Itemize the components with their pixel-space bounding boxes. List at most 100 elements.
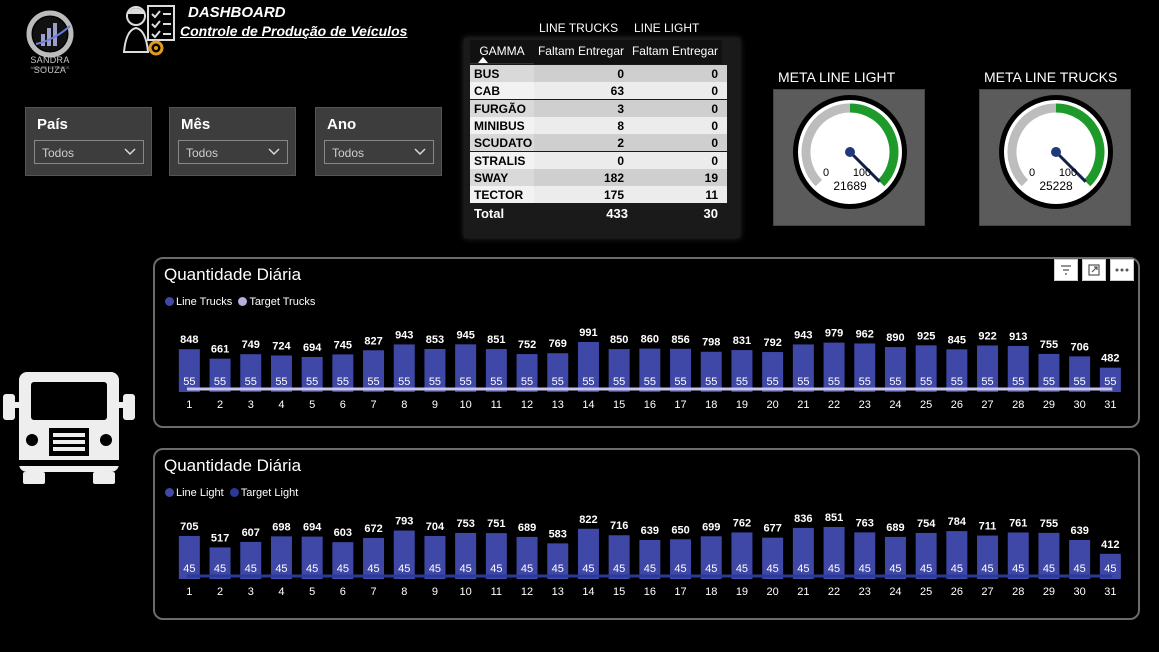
target-value-label: 45 bbox=[306, 563, 318, 575]
chevron-down-icon bbox=[414, 148, 426, 155]
gauge-dial: 0 10021689 bbox=[793, 95, 907, 209]
column-header-faltam-trucks[interactable]: Faltam Entregar bbox=[534, 40, 628, 64]
gauge-min-label: 0 bbox=[1029, 167, 1035, 179]
table-row: BUS 0 0 bbox=[470, 65, 727, 82]
bar-value-label: 583 bbox=[549, 528, 567, 540]
total-trucks: 433 bbox=[606, 206, 628, 221]
bar-value-label: 745 bbox=[334, 339, 352, 351]
target-value-label: 55 bbox=[490, 376, 502, 388]
logo-subtext: ANALISE DE DADOS bbox=[30, 65, 70, 70]
group-header-line-light: LINE LIGHT bbox=[634, 21, 700, 35]
bar-value-label: 991 bbox=[579, 327, 597, 339]
target-value-label: 55 bbox=[705, 376, 717, 388]
target-value-label: 45 bbox=[214, 563, 226, 575]
bar-value-label: 694 bbox=[303, 342, 322, 354]
chart-legend: Line Trucks Target Trucks bbox=[165, 296, 315, 308]
chart-line-trucks: 848 55 1 661 55 2 749 55 3 724 55 4 694 55 5 745 55 6 827 5… bbox=[153, 257, 1140, 428]
column-header-faltam-light[interactable]: Faltam Entregar bbox=[628, 40, 722, 64]
target-value-label: 45 bbox=[275, 563, 287, 575]
x-tick-label: 11 bbox=[491, 586, 502, 598]
engineer-checklist-icon bbox=[122, 5, 175, 56]
expand-icon bbox=[1088, 264, 1100, 276]
column-header-gamma[interactable]: GAMMA bbox=[470, 40, 534, 64]
legend-dot bbox=[229, 488, 239, 497]
bar-value-label: 639 bbox=[641, 525, 659, 537]
bar-value-label: 943 bbox=[794, 329, 812, 341]
gauge-hub bbox=[845, 147, 855, 157]
x-tick-label: 13 bbox=[552, 586, 564, 598]
x-tick-label: 11 bbox=[491, 399, 502, 411]
bar-value-label: 851 bbox=[487, 334, 505, 346]
target-value-label: 55 bbox=[275, 376, 287, 388]
x-tick-label: 4 bbox=[278, 399, 284, 411]
bar-value-label: 836 bbox=[794, 513, 812, 525]
bar-value-label: 694 bbox=[303, 522, 322, 534]
bar-value-label: 482 bbox=[1101, 353, 1119, 365]
x-tick-label: 6 bbox=[340, 586, 346, 598]
filter-dropdown-pais[interactable]: Todos bbox=[34, 140, 144, 164]
target-value-label: 45 bbox=[951, 563, 963, 575]
filter-button[interactable] bbox=[1054, 259, 1078, 281]
bar-value-label: 607 bbox=[242, 527, 260, 539]
bar-value-label: 945 bbox=[456, 329, 474, 341]
x-tick-label: 20 bbox=[767, 586, 779, 598]
filter-dropdown-ano[interactable]: Todos bbox=[324, 140, 434, 164]
bar-value-label: 724 bbox=[272, 340, 291, 352]
target-value-label: 45 bbox=[337, 563, 349, 575]
target-value-label: 55 bbox=[1012, 376, 1024, 388]
bar-value-label: 850 bbox=[610, 334, 628, 346]
more-icon bbox=[1115, 268, 1129, 272]
target-value-label: 55 bbox=[429, 376, 441, 388]
target-value-label: 55 bbox=[367, 376, 379, 388]
gauge-value-label: 25228 bbox=[1039, 179, 1073, 193]
target-value-label: 45 bbox=[398, 563, 410, 575]
cell-trucks: 3 bbox=[617, 101, 624, 116]
x-tick-label: 5 bbox=[309, 586, 315, 598]
target-value-label: 45 bbox=[1074, 563, 1086, 575]
chart-line-light: 705 45 1 517 45 2 607 45 3 698 45 4 694 45 5 603 45 6 672 4… bbox=[153, 448, 1140, 620]
cell-light: 0 bbox=[711, 153, 718, 168]
filter-value: Todos bbox=[42, 146, 75, 160]
x-tick-label: 12 bbox=[521, 586, 533, 598]
target-value-label: 45 bbox=[613, 563, 625, 575]
x-tick-label: 10 bbox=[460, 399, 472, 411]
more-options-button[interactable] bbox=[1110, 259, 1134, 281]
x-tick-label: 19 bbox=[736, 586, 748, 598]
x-tick-label: 1 bbox=[186, 586, 192, 598]
x-tick-label: 29 bbox=[1043, 586, 1055, 598]
bar-value-label: 962 bbox=[856, 328, 874, 340]
x-tick-label: 12 bbox=[521, 399, 533, 411]
bar-value-label: 716 bbox=[610, 520, 628, 532]
x-tick-label: 6 bbox=[340, 399, 346, 411]
filter-dropdown-mes[interactable]: Todos bbox=[178, 140, 288, 164]
bar-chart-light: 7054515174526074536984546944556034566724… bbox=[178, 512, 1121, 598]
target-value-label: 45 bbox=[767, 563, 779, 575]
x-tick-label: 2 bbox=[217, 586, 223, 598]
cell-trucks: 0 bbox=[617, 153, 624, 168]
target-value-label: 45 bbox=[521, 563, 533, 575]
bar-value-label: 913 bbox=[1009, 331, 1027, 343]
bar-value-label: 752 bbox=[518, 339, 536, 351]
target-value-label: 55 bbox=[582, 376, 594, 388]
target-value-label: 55 bbox=[398, 376, 410, 388]
bar-value-label: 943 bbox=[395, 329, 413, 341]
bar-value-label: 922 bbox=[978, 330, 996, 342]
gauge-max-label: 100 bbox=[853, 167, 871, 179]
target-value-label: 55 bbox=[337, 376, 349, 388]
x-tick-label: 5 bbox=[309, 399, 315, 411]
legend-label: Target Trucks bbox=[249, 296, 316, 308]
table-row: CAB 63 0 bbox=[470, 82, 727, 100]
target-value-label: 45 bbox=[1104, 563, 1116, 575]
target-value-label: 55 bbox=[951, 376, 963, 388]
x-tick-label: 1 bbox=[186, 399, 192, 411]
x-tick-label: 21 bbox=[797, 399, 809, 411]
x-tick-label: 16 bbox=[644, 399, 656, 411]
cell-gamma: SCUDATO bbox=[470, 134, 534, 152]
bar-value-label: 689 bbox=[518, 522, 536, 534]
target-value-label: 45 bbox=[245, 563, 257, 575]
x-tick-label: 23 bbox=[859, 399, 871, 411]
target-value-label: 45 bbox=[429, 563, 441, 575]
gauge-max-label: 100 bbox=[1059, 167, 1077, 179]
table-row: MINIBUS 8 0 bbox=[470, 116, 727, 134]
focus-mode-button[interactable] bbox=[1082, 259, 1106, 281]
